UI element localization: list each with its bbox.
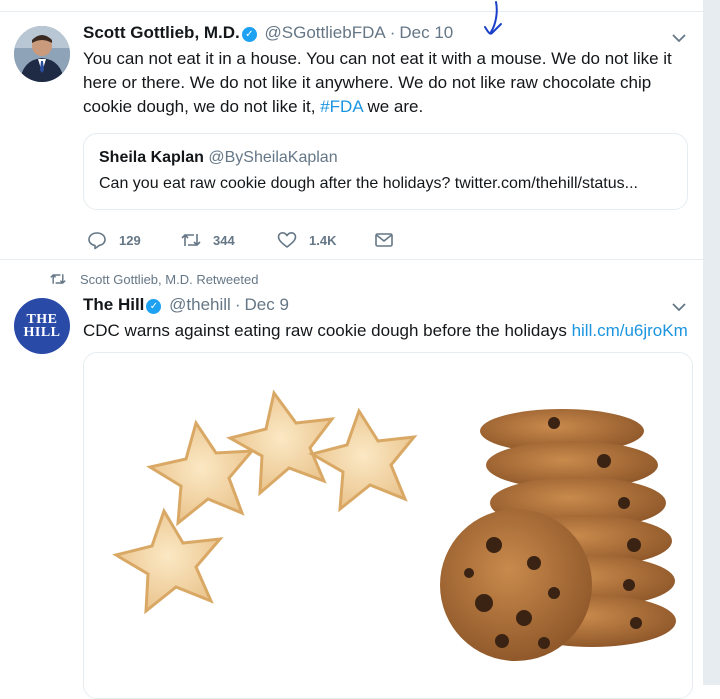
retweet-icon [50,274,66,284]
retweet-button[interactable]: 344 [181,229,235,251]
reply-icon [88,232,106,250]
quoted-author-name: Sheila Kaplan [99,149,204,166]
retweet-icon [181,234,201,246]
author-handle[interactable]: @SGottliebFDA [265,23,386,42]
like-button[interactable]: 1.4K [277,229,336,251]
reply-count: 129 [119,232,141,248]
author-handle[interactable]: @thehill [169,295,231,314]
quoted-tweet[interactable]: Sheila Kaplan @BySheilaKaplan Can you ea… [83,133,688,210]
chevron-down-icon[interactable] [670,29,688,47]
top-divider [0,11,703,12]
retweet-context-text: Scott Gottlieb, M.D. Retweeted [80,271,259,287]
avatar-the-hill[interactable]: THE HILL [14,298,70,354]
page-gutter [703,0,720,685]
tweet-body: You can not eat it in a house. You can n… [83,47,683,119]
cookies-photo [84,353,692,698]
tweet-divider [0,259,703,260]
tweet-text-part: CDC warns against eating raw cookie doug… [83,321,572,340]
avatar-scott-gottlieb[interactable] [14,26,70,82]
heart-icon [277,232,297,248]
direct-message-button[interactable] [374,229,394,251]
retweet-context[interactable]: Scott Gottlieb, M.D. Retweeted [50,271,258,287]
separator-dot: · [234,295,241,314]
pen-annotation-mark [484,1,502,35]
tweet-date[interactable]: Dec 9 [245,295,289,314]
chevron-down-icon[interactable] [670,298,688,316]
tweet-link[interactable]: hill.cm/u6jroKm [572,321,688,340]
hashtag-link[interactable]: #FDA [320,97,363,116]
quoted-author-handle: @BySheilaKaplan [208,149,338,166]
separator-dot: · [389,23,396,42]
author-name[interactable]: The Hill [83,295,144,314]
author-name[interactable]: Scott Gottlieb, M.D. [83,23,240,42]
tweet-text-part: we are. [362,97,424,116]
tweet-header: Scott Gottlieb, M.D. ✓ @SGottliebFDA · Dec … [83,23,453,43]
tweet-actions: 129 344 1.4K [87,229,407,251]
link-card-image[interactable] [83,352,693,699]
retweet-count: 344 [213,232,235,248]
tweet-header: The Hill ✓ @thehill · Dec 9 [83,295,289,315]
reply-button[interactable]: 129 [87,229,141,251]
verified-badge-icon: ✓ [241,27,257,42]
like-count: 1.4K [309,232,337,248]
quoted-tweet-text: Can you eat raw cookie dough after the h… [99,175,638,192]
avatar-logo-line: HILL [23,325,61,340]
tweet-date[interactable]: Dec 10 [399,23,453,42]
verified-badge-icon: ✓ [146,299,162,314]
quoted-tweet-header: Sheila Kaplan @BySheilaKaplan [99,149,338,167]
tweet-body: CDC warns against eating raw cookie doug… [83,319,698,343]
envelope-icon [375,233,393,247]
